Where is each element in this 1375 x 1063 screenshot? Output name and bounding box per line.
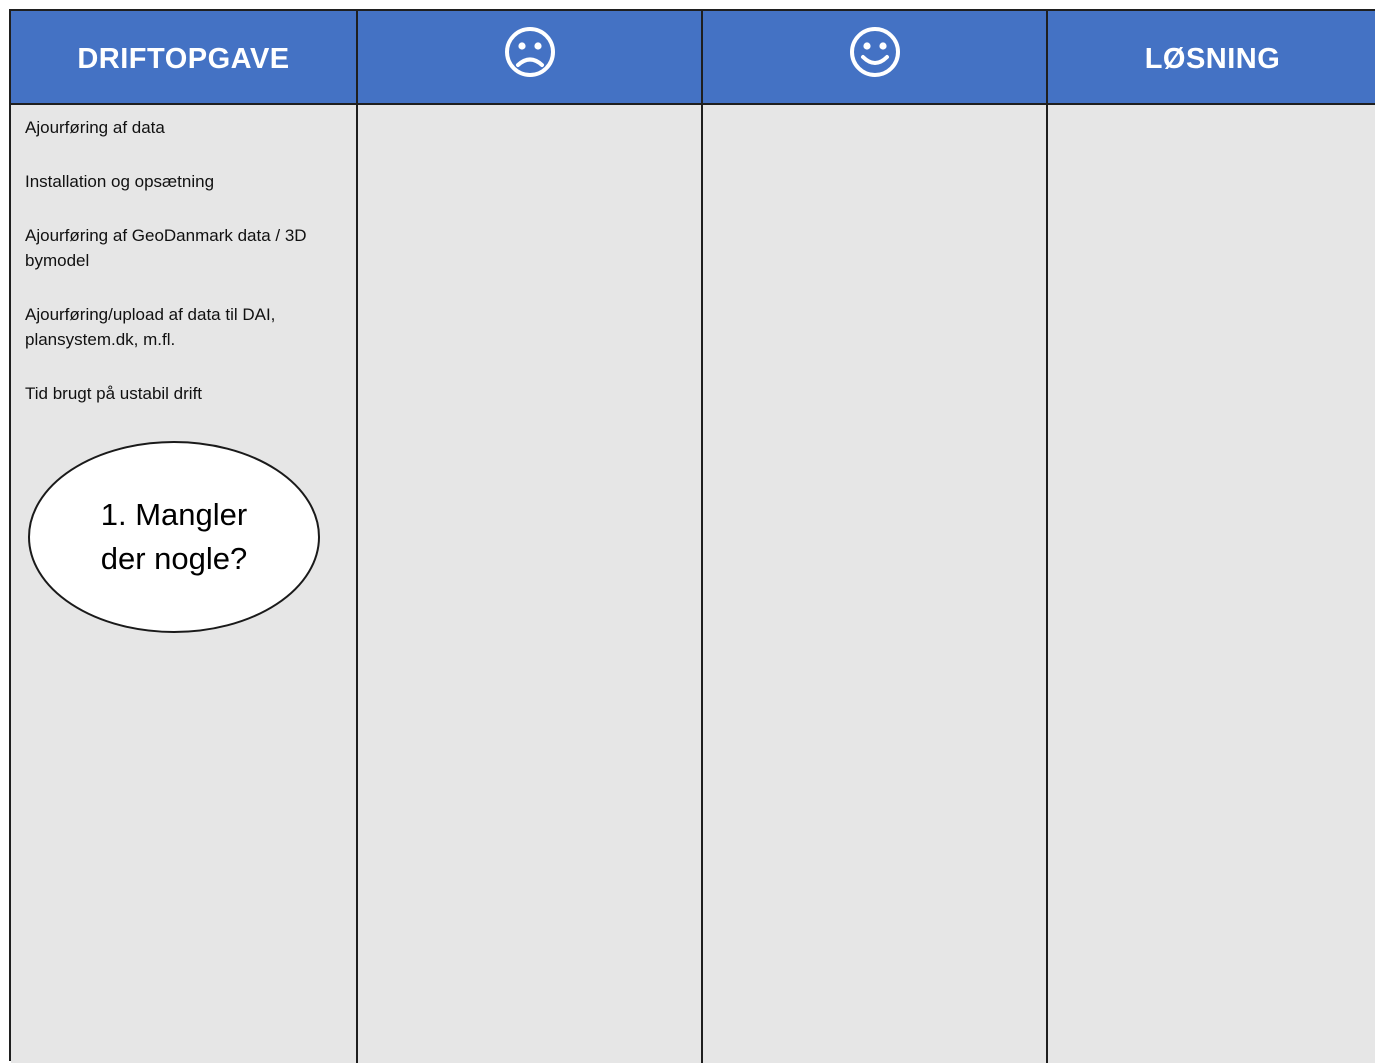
task-item: Ajourføring af GeoDanmark data / 3D bymo… <box>25 226 307 270</box>
column-sad <box>356 11 701 1063</box>
header-cell-happy <box>703 11 1046 103</box>
column-title-driftopgave: DRIFTOPGAVE <box>77 42 290 75</box>
task-item: Tid brugt på ustabil drift <box>25 384 203 403</box>
column-title-losning: LØSNING <box>1144 42 1281 75</box>
body-cell-happy[interactable] <box>703 105 1046 1063</box>
callout-bubble: 1. Mangler der nogle? <box>28 441 320 633</box>
task-item: Ajourføring af data <box>25 118 165 137</box>
task-table: DRIFTOPGAVE Ajourføring af data Installa… <box>9 9 1375 1063</box>
body-cell-losning[interactable] <box>1048 105 1375 1063</box>
header-cell-losning: LØSNING <box>1048 11 1375 103</box>
header-cell-driftopgave: DRIFTOPGAVE <box>11 11 356 103</box>
task-item: Installation og opsætning <box>25 172 215 191</box>
column-happy <box>701 11 1046 1063</box>
header-cell-sad <box>358 11 701 103</box>
smiley-face-icon <box>849 27 900 77</box>
task-list: Ajourføring af data Installation og opsæ… <box>25 115 350 435</box>
column-driftopgave: DRIFTOPGAVE Ajourføring af data Installa… <box>11 11 356 1063</box>
task-item: Ajourføring/upload af data til DAI, plan… <box>25 305 276 349</box>
callout-text: 1. Mangler der nogle? <box>100 497 248 576</box>
column-losning: LØSNING <box>1046 11 1375 1063</box>
sad-face-icon <box>504 27 555 77</box>
body-cell-sad[interactable] <box>358 105 701 1063</box>
